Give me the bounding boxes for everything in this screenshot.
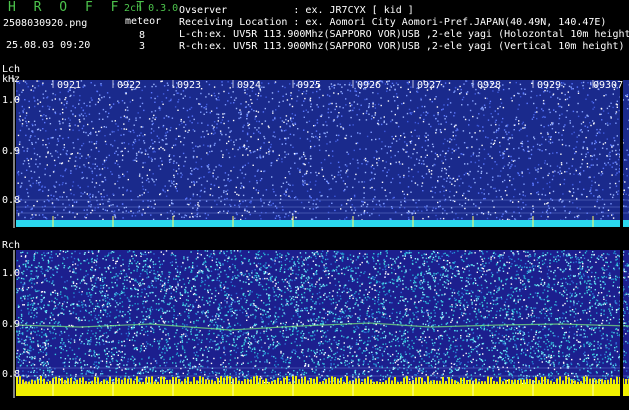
lch-waterfall-bg [16, 80, 629, 226]
rch-receiver-info: R-ch:ex. UV5R 113.900Mhz(SAPPORO VOR)USB… [179, 41, 625, 52]
time-label-0929: 0929 [537, 80, 562, 91]
time-label-0930: 09307 [593, 80, 624, 91]
rch-label: Rch [2, 240, 21, 251]
time-label-0921: 0921 [57, 80, 82, 91]
time-label-0927: 0927 [417, 80, 442, 91]
observer-info: Ovserver : ex. JR7CYX [ kid ] [179, 5, 414, 16]
lch-ytick-3: 0.8 [2, 195, 21, 206]
rch-panel [13, 250, 629, 398]
time-label-0926: 0926 [357, 80, 382, 91]
rch-ytick-2: 0.9 [2, 319, 21, 330]
date-time: 25.08.03 09:20 [6, 40, 91, 51]
rch-ytick-1: 1.0 [2, 268, 21, 279]
time-label-0924: 0924 [237, 80, 262, 91]
meteor-count-label: meteor [125, 16, 162, 27]
lch-ytick-2: 0.9 [2, 146, 21, 157]
time-label-0922: 0922 [117, 80, 142, 91]
right-edge-bar [620, 80, 623, 398]
lch-panel [13, 78, 629, 228]
lch-meteor-count: 8 [139, 30, 146, 41]
lch-unit-label: kHz [2, 74, 21, 85]
lch-ytick-1: 1.0 [2, 95, 21, 106]
version-label: 2ch 0.3.0 [124, 3, 179, 14]
rch-ytick-3: 0.8 [2, 369, 21, 380]
rch-floor-band [16, 384, 629, 396]
rch-meteor-count: 3 [139, 41, 146, 52]
spectrogram-display [13, 78, 629, 398]
time-label-0923: 0923 [177, 80, 202, 91]
time-label-0925: 0925 [297, 80, 322, 91]
lch-floor-band [16, 220, 629, 227]
location-info: Receiving Location : ex. Aomori City Aom… [179, 17, 607, 28]
time-label-0928: 0928 [477, 80, 502, 91]
file-name: 2508030920.png [3, 18, 88, 29]
lch-receiver-info: L-ch:ex. UV5R 113.900Mhz(SAPPORO VOR)USB… [179, 29, 629, 40]
